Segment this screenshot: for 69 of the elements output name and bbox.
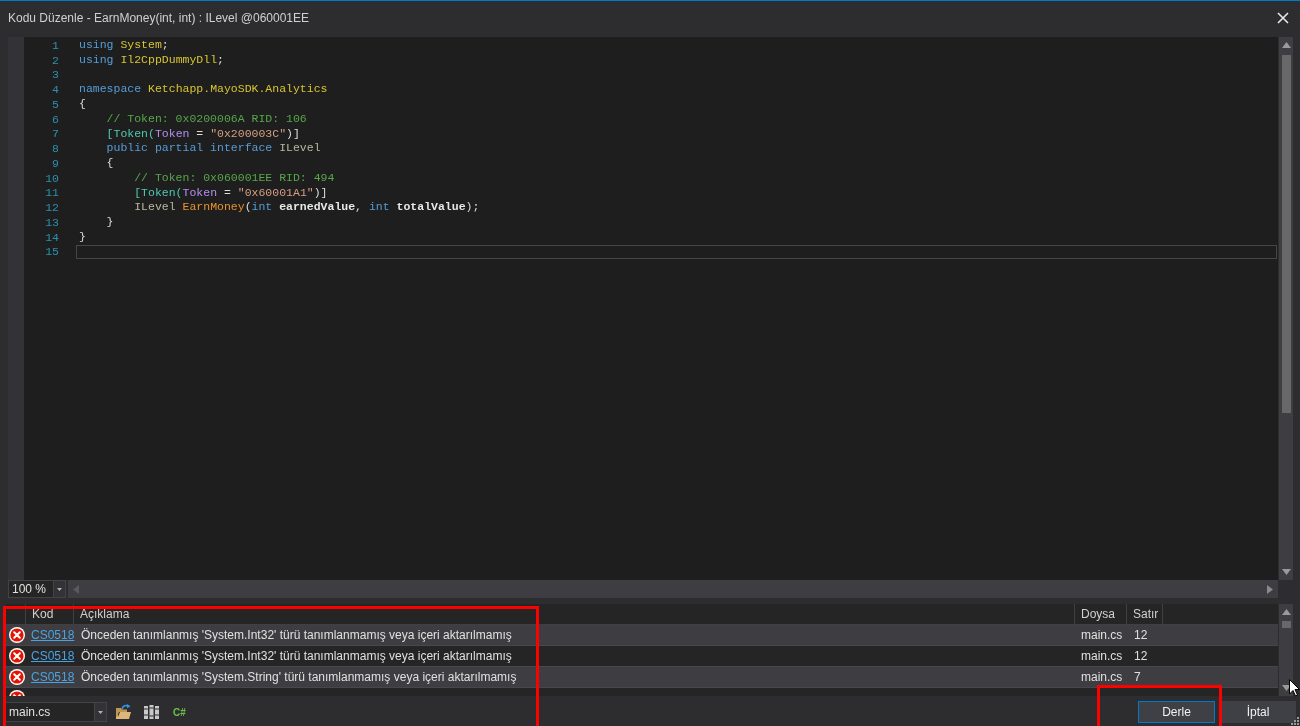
books-icon[interactable] bbox=[144, 705, 159, 719]
line-number: 1 bbox=[52, 38, 59, 52]
column-header[interactable]: Kod bbox=[26, 604, 74, 624]
file-combobox[interactable]: main.cs bbox=[5, 702, 107, 722]
zoom-combobox[interactable]: 100 % bbox=[8, 580, 66, 598]
code-line: namespace Ketchapp.MayoSDK.Analytics bbox=[78, 82, 329, 97]
caret-icon[interactable] bbox=[53, 581, 65, 597]
error-code-link[interactable]: CS0518 bbox=[31, 628, 75, 642]
code-line: public partial interface ILevel bbox=[105, 141, 322, 156]
code-line: { bbox=[105, 156, 115, 171]
file-name: main.cs bbox=[1081, 649, 1123, 663]
line-number: 10 bbox=[45, 171, 59, 185]
error-icon bbox=[9, 648, 25, 664]
error-description: Önceden tanımlanmış 'System.Int32' türü tanımlanmamış veya içeri aktarılmamış bbox=[81, 649, 512, 663]
file-name: main.cs bbox=[1081, 628, 1123, 642]
line-number: 12 bbox=[1134, 649, 1148, 663]
line-number: 11 bbox=[45, 186, 59, 200]
file-name: main.cs bbox=[1081, 670, 1123, 684]
line-number: 13 bbox=[45, 215, 59, 229]
error-icon bbox=[9, 627, 25, 643]
line-number: 8 bbox=[52, 142, 59, 156]
line-number: 9 bbox=[52, 156, 59, 170]
code-line: using Il2CppDummyDll; bbox=[78, 52, 225, 68]
code-line: } bbox=[105, 215, 115, 230]
csharp-button[interactable]: C# bbox=[173, 706, 186, 718]
column-header[interactable]: Doysa bbox=[1075, 604, 1127, 624]
scroll-right-icon[interactable] bbox=[1267, 584, 1273, 594]
code-line: using System; bbox=[78, 38, 170, 53]
code-line: { bbox=[78, 97, 87, 112]
scroll-up-icon[interactable] bbox=[1281, 42, 1291, 48]
code-line: [Token(Token = "0x60001A1")] bbox=[133, 185, 329, 201]
open-folder-icon[interactable] bbox=[115, 704, 132, 720]
code-line: [Token(Token = "0x200003C")] bbox=[105, 126, 301, 142]
line-number: 4 bbox=[52, 83, 59, 97]
window-title: Kodu Düzenle - EarnMoney(int, int) : ILevel @060001EE bbox=[8, 11, 309, 25]
line-number: 12 bbox=[45, 201, 59, 215]
resize-grip-icon[interactable] bbox=[1291, 717, 1299, 725]
error-code-link[interactable]: CS0518 bbox=[31, 649, 75, 663]
scrollbar-thumb[interactable] bbox=[1281, 621, 1291, 628]
vertical-scrollbar[interactable] bbox=[1279, 604, 1293, 696]
error-icon bbox=[9, 669, 25, 685]
line-number: 12 bbox=[1134, 628, 1148, 642]
horizontal-scrollbar[interactable] bbox=[68, 580, 1278, 598]
column-header[interactable]: Satır bbox=[1127, 604, 1163, 624]
code-line: // Token: 0x0200006A RID: 106 bbox=[105, 111, 308, 127]
vertical-scrollbar[interactable] bbox=[1279, 37, 1293, 580]
scroll-down-icon[interactable] bbox=[1281, 685, 1291, 691]
line-number: 3 bbox=[52, 68, 59, 82]
code-line: ILevel EarnMoney(int earnedValue, int totalValue); bbox=[133, 200, 481, 215]
line-number: 7 bbox=[1134, 670, 1141, 684]
line-number: 15 bbox=[45, 245, 59, 259]
error-code-link[interactable]: CS0518 bbox=[31, 670, 75, 684]
dialog-button[interactable]: İptal bbox=[1220, 701, 1296, 723]
close-icon[interactable] bbox=[1277, 12, 1289, 24]
scroll-up-icon[interactable] bbox=[1281, 609, 1291, 615]
line-number: 14 bbox=[45, 230, 59, 244]
column-header[interactable]: Açıklama bbox=[74, 604, 1075, 624]
error-description: Önceden tanımlanmış 'System.Int32' türü tanımlanmamış veya içeri aktarılmamış bbox=[81, 628, 512, 642]
error-description: Önceden tanımlanmış 'System.String' türü tanımlanmamış veya içeri aktarılmamış bbox=[81, 670, 517, 684]
line-number: 2 bbox=[52, 53, 59, 67]
caret-icon[interactable] bbox=[94, 703, 106, 721]
line-number: 7 bbox=[52, 127, 59, 141]
code-line: // Token: 0x060001EE RID: 494 bbox=[133, 170, 336, 186]
dialog-button[interactable]: Derle bbox=[1138, 701, 1215, 723]
scrollbar-thumb[interactable] bbox=[1281, 55, 1291, 413]
code-line: } bbox=[78, 229, 87, 245]
line-number: 5 bbox=[52, 97, 59, 111]
mouse-pointer-icon bbox=[1289, 679, 1300, 697]
line-number: 6 bbox=[52, 112, 59, 126]
